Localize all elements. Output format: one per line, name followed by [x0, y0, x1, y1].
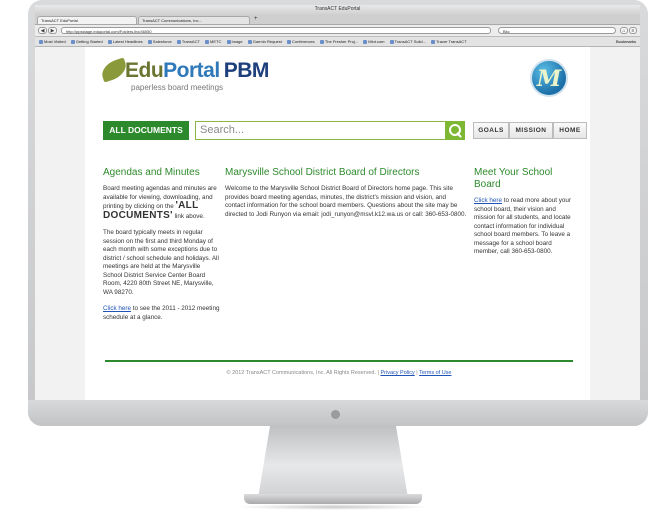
search-button[interactable] — [445, 121, 465, 140]
navigation-bar: ◀ ▶ http://ppsstage.eduportal.com/Folder… — [35, 25, 640, 37]
schedule-text: The board typically meets in regular ses… — [103, 229, 219, 296]
bookmark-item[interactable]: METC — [205, 37, 221, 46]
schedule-link[interactable]: Click here — [103, 305, 131, 312]
agendas-title: Agendas and Minutes — [103, 167, 200, 178]
bookmark-item[interactable]: Latest Headlines — [107, 37, 143, 46]
browser-search-input[interactable]: Bkc — [498, 27, 616, 34]
bookmark-item[interactable]: Getting Started — [70, 37, 103, 46]
logo-wordmark: EduPortal PBM — [125, 59, 269, 82]
bookmark-icon — [39, 40, 43, 44]
board-section: Marysville School District Board of Dire… — [225, 167, 467, 227]
board-text: Welcome to the Marysville School Distric… — [225, 185, 467, 218]
bookmark-item[interactable]: Image — [226, 37, 243, 46]
board-title: Marysville School District Board of Dire… — [225, 167, 420, 178]
bookmark-item[interactable]: Salesforce — [147, 37, 172, 46]
bookmark-item[interactable]: The Fresher Proj... — [319, 37, 358, 46]
apple-logo-icon — [331, 410, 340, 419]
bookmark-item[interactable]: Garmin Request — [247, 37, 282, 46]
tab-eduportal[interactable]: TransACT EduPortal — [37, 16, 137, 24]
footer-divider — [105, 360, 573, 362]
schedule-link-paragraph: Click here to see the 2011 - 2012 meetin… — [103, 305, 220, 321]
meet-board-title: Meet Your School Board — [474, 167, 553, 190]
mission-tab[interactable]: MISSION — [509, 122, 553, 139]
window-title: TransACT EduPortal — [314, 6, 361, 12]
monitor-stand — [258, 426, 408, 498]
eduportal-logo[interactable]: EduPortal PBM paperless board meetings — [98, 55, 269, 95]
home-tab[interactable]: HOME — [553, 122, 587, 139]
bookmarks-bar: Most Visited Getting Started Latest Head… — [35, 37, 640, 47]
back-button[interactable]: ◀ — [38, 27, 47, 34]
meet-board-text: Click here to read more about your schoo… — [474, 197, 571, 255]
bookmark-icon — [389, 40, 394, 44]
forward-button[interactable]: ▶ — [48, 27, 57, 34]
bookmark-icon — [247, 40, 252, 44]
bookmark-icon — [70, 40, 75, 44]
bookmark-item[interactable]: Mint.com — [363, 37, 385, 46]
bookmark-item[interactable]: TransACT Solid... — [389, 37, 426, 46]
bookmark-icon — [431, 40, 436, 44]
logo-tagline: paperless board meetings — [131, 83, 224, 92]
all-documents-button[interactable]: ALL DOCUMENTS — [103, 121, 189, 140]
bookmark-icon — [147, 40, 152, 44]
screen: TransACT EduPortal TransACT EduPortal Tr… — [35, 5, 640, 400]
goals-tab[interactable]: GOALS — [473, 122, 509, 139]
bookmark-item[interactable]: Tracer TransACT — [431, 37, 467, 46]
footer: © 2012 TransACT Communications, Inc. All… — [226, 370, 452, 376]
home-icon[interactable]: ⌂ — [620, 27, 628, 34]
monitor-foot — [244, 494, 422, 504]
window-titlebar: TransACT EduPortal — [35, 5, 640, 20]
tab-bar: TransACT EduPortal TransACT Communicatio… — [35, 15, 640, 25]
terms-of-use-link[interactable]: Terms of Use — [419, 370, 451, 376]
bookmark-icon — [107, 40, 112, 44]
bookmarks-menu[interactable]: Bookmarks — [616, 37, 636, 46]
meet-board-section: Meet Your School Board Click here to rea… — [474, 167, 574, 265]
content-card: EduPortal PBM paperless board meetings M … — [85, 47, 590, 400]
meet-board-link[interactable]: Click here — [474, 197, 502, 204]
url-input[interactable]: http://ppsstage.eduportal.com/Folders.lh… — [61, 27, 491, 34]
bookmark-item[interactable]: Most Visited — [39, 37, 66, 46]
bookmark-icon — [226, 40, 231, 44]
privacy-policy-link[interactable]: Privacy Policy — [380, 370, 414, 376]
bookmark-item[interactable]: TransACT — [176, 37, 200, 46]
bookmark-item[interactable]: Conferences — [287, 37, 315, 46]
monitor-shadow — [235, 504, 431, 510]
agendas-text: Board meeting agendas and minutes are av… — [103, 185, 217, 221]
agendas-section: Agendas and Minutes Board meeting agenda… — [103, 167, 221, 330]
bookmark-icon — [205, 40, 210, 44]
district-logo: M — [530, 59, 568, 97]
search-input[interactable]: Search... — [195, 121, 463, 140]
bookmark-icon — [287, 40, 291, 44]
new-tab-icon[interactable]: + — [254, 16, 258, 22]
tab-transact-communications[interactable]: TransACT Communications, Inc... — [138, 16, 250, 24]
menu-icon[interactable]: ≡ — [629, 27, 637, 34]
search-icon-handle — [456, 132, 462, 138]
bookmark-icon — [363, 40, 368, 44]
page-background: EduPortal PBM paperless board meetings M … — [35, 47, 640, 400]
bookmark-icon — [319, 40, 324, 44]
bookmark-icon — [176, 40, 181, 44]
